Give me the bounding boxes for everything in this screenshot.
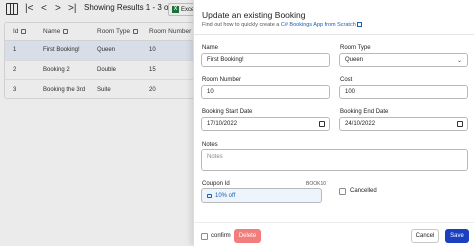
calendar-icon[interactable] [457,121,463,127]
save-button[interactable]: Save [445,229,469,243]
end-date-field[interactable]: 24/10/2022 [339,117,468,131]
room-number-label: Room Number [202,77,242,83]
room-number-field[interactable]: 10 [201,85,330,99]
panel-subtitle: Find out how to quickly create a C# Book… [202,21,362,28]
calendar-icon[interactable] [319,121,325,127]
coupon-code: BOOK10 [306,181,327,187]
app-root: |< < > >| Showing Results 1 - 3 of 3 X E… [0,0,474,246]
coupon-select[interactable]: 10% off [201,188,322,203]
tag-icon [207,193,212,198]
cancelled-checkbox[interactable] [339,188,346,195]
chevron-down-icon: ⌄ [456,58,462,64]
name-field[interactable]: First Booking! [201,53,330,67]
external-link-icon[interactable] [356,21,362,27]
room-type-label: Room Type [340,45,371,51]
cancel-button[interactable]: Cancel [411,229,439,243]
cost-label: Cost [340,77,353,83]
confirm-checkbox[interactable] [201,233,208,240]
confirm-label: confirm [211,233,231,239]
notes-field[interactable]: Notes [201,149,468,171]
start-date-field[interactable]: 17/10/2022 [201,117,330,131]
coupon-label: Coupon Id [202,181,230,187]
cancelled-label: Cancelled [350,188,377,194]
delete-button[interactable]: Delete [234,229,261,243]
divider [194,34,474,35]
panel-title: Update an existing Booking [202,10,306,20]
tutorial-link[interactable]: C# Bookings App from Scratch [281,22,356,28]
notes-label: Notes [202,142,218,148]
edit-booking-panel: Update an existing Booking Find out how … [193,0,474,246]
divider [194,222,474,223]
cost-field[interactable]: 100 [339,85,468,99]
room-type-select[interactable]: Queen ⌄ [339,53,468,67]
end-date-label: Booking End Date [340,109,389,115]
start-date-label: Booking Start Date [202,109,253,115]
name-label: Name [202,45,219,51]
